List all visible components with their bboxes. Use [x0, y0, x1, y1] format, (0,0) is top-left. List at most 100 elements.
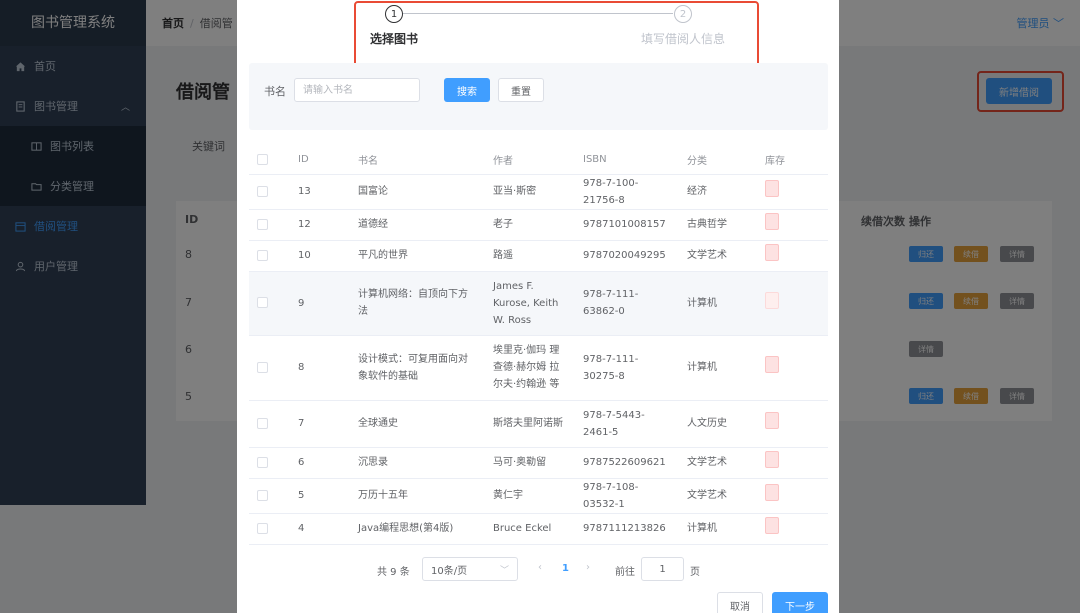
row-select-cell: [249, 513, 290, 545]
book-title-search-input[interactable]: [294, 78, 420, 102]
table-row[interactable]: 10 平凡的世界 路遥 9787020049295 文学艺术: [249, 240, 828, 272]
row-checkbox[interactable]: [257, 249, 268, 261]
search-form: 书名 搜索 重置: [249, 63, 828, 130]
table-cell: 黄仁宇: [485, 478, 575, 514]
row-checkbox[interactable]: [257, 361, 268, 373]
stock-cell: [757, 271, 828, 336]
row-checkbox[interactable]: [257, 185, 268, 197]
goto-page-input[interactable]: [641, 557, 684, 581]
table-cell: 文学艺术: [679, 447, 757, 479]
select-all-cell: [249, 146, 290, 175]
table-cell: 9787111213826: [575, 513, 679, 545]
row-checkbox[interactable]: [257, 489, 268, 501]
table-cell: 全球通史: [350, 400, 485, 448]
table-cell: 路遥: [485, 240, 575, 272]
table-cell: Java编程思想(第4版): [350, 513, 485, 545]
table-cell: 978-7-100-21756-8: [575, 174, 679, 210]
table-cell: 文学艺术: [679, 240, 757, 272]
cancel-button[interactable]: 取消: [717, 592, 763, 613]
table-cell: 10: [290, 240, 350, 272]
column-header: 分类: [679, 146, 757, 175]
row-checkbox[interactable]: [257, 297, 268, 308]
row-checkbox[interactable]: [257, 218, 268, 230]
column-header: 书名: [350, 146, 485, 175]
row-select-cell: [249, 478, 290, 514]
table-cell: 文学艺术: [679, 478, 757, 514]
table-cell: 计算机网络：自顶向下方法: [350, 271, 485, 336]
reset-button[interactable]: 重置: [498, 78, 544, 102]
table-cell: 978-7-111-30275-8: [575, 335, 679, 401]
table-cell: 6: [290, 447, 350, 479]
row-checkbox[interactable]: [257, 522, 268, 534]
stock-badge: [765, 356, 779, 373]
table-cell: 8: [290, 335, 350, 401]
table-cell: 5: [290, 478, 350, 514]
row-select-cell: [249, 240, 290, 272]
next-step-button[interactable]: 下一步: [772, 592, 828, 613]
stock-cell: [757, 209, 828, 241]
table-cell: 沉思录: [350, 447, 485, 479]
search-button[interactable]: 搜索: [444, 78, 490, 102]
stock-badge: [765, 451, 779, 468]
book-title-label: 书名: [264, 85, 286, 98]
table-cell: 经济: [679, 174, 757, 210]
table-row[interactable]: 12 道德经 老子 9787101008157 古典哲学: [249, 209, 828, 241]
highlight-box: [354, 1, 759, 68]
column-header: ID: [290, 146, 350, 175]
prev-page-icon[interactable]: ‹: [538, 562, 542, 573]
table-cell: 斯塔夫里阿诺斯: [485, 400, 575, 448]
chevron-down-icon: ﹀: [499, 565, 509, 576]
stock-badge: [765, 244, 779, 261]
table-cell: 平凡的世界: [350, 240, 485, 272]
row-select-cell: [249, 400, 290, 448]
column-header: 作者: [485, 146, 575, 175]
row-select-cell: [249, 209, 290, 241]
table-cell: 人文历史: [679, 400, 757, 448]
table-cell: 9787522609621: [575, 447, 679, 479]
table-row[interactable]: 5 万历十五年 黄仁宇 978-7-108-03532-1 文学艺术: [249, 478, 828, 514]
page-suffix: 页: [690, 567, 700, 578]
table-row[interactable]: 9 计算机网络：自顶向下方法 James F. Kurose, Keith W.…: [249, 271, 828, 336]
pagination: 共 9 条 10条/页 ﹀ ‹ 1 › 前往 页: [237, 557, 839, 581]
page-size-select[interactable]: 10条/页 ﹀: [422, 557, 518, 581]
table-cell: 万历十五年: [350, 478, 485, 514]
table-row[interactable]: 13 国富论 亚当·斯密 978-7-100-21756-8 经济: [249, 174, 828, 210]
table-row[interactable]: 4 Java编程思想(第4版) Bruce Eckel 978711121382…: [249, 513, 828, 545]
table-cell: James F. Kurose, Keith W. Ross: [485, 271, 575, 336]
table-row[interactable]: 7 全球通史 斯塔夫里阿诺斯 978-7-5443-2461-5 人文历史: [249, 400, 828, 448]
row-select-cell: [249, 271, 290, 336]
table-cell: 国富论: [350, 174, 485, 210]
table-cell: 12: [290, 209, 350, 241]
row-checkbox[interactable]: [257, 417, 268, 429]
table-cell: 13: [290, 174, 350, 210]
table-cell: 道德经: [350, 209, 485, 241]
table-cell: 计算机: [679, 513, 757, 545]
row-select-cell: [249, 335, 290, 401]
next-page-icon[interactable]: ›: [586, 562, 590, 573]
row-checkbox[interactable]: [257, 456, 268, 468]
pagination-total: 共 9 条: [377, 567, 410, 578]
stock-badge: [765, 180, 779, 197]
stock-cell: [757, 447, 828, 479]
stock-badge: [765, 291, 779, 309]
table-cell: 老子: [485, 209, 575, 241]
stock-badge: [765, 484, 779, 501]
table-cell: 4: [290, 513, 350, 545]
table-row[interactable]: 6 沉思录 马可·奥勒留 9787522609621 文学艺术: [249, 447, 828, 479]
table-cell: 设计模式：可复用面向对象软件的基础: [350, 335, 485, 401]
table-cell: 埃里克·伽玛 理查德·赫尔姆 拉尔夫·约翰逊 等: [485, 335, 575, 401]
table-cell: 978-7-5443-2461-5: [575, 400, 679, 448]
row-select-cell: [249, 174, 290, 210]
page-size-value: 10条/页: [431, 565, 468, 577]
table-cell: 古典哲学: [679, 209, 757, 241]
table-cell: 马可·奥勒留: [485, 447, 575, 479]
select-all-checkbox[interactable]: [257, 154, 268, 165]
table-cell: 计算机: [679, 335, 757, 401]
stock-cell: [757, 240, 828, 272]
table-row[interactable]: 8 设计模式：可复用面向对象软件的基础 埃里克·伽玛 理查德·赫尔姆 拉尔夫·约…: [249, 335, 828, 401]
page-number[interactable]: 1: [562, 563, 569, 574]
table-cell: 7: [290, 400, 350, 448]
table-cell: 9787020049295: [575, 240, 679, 272]
table-cell: 978-7-111-63862-0: [575, 271, 679, 336]
stock-cell: [757, 174, 828, 210]
